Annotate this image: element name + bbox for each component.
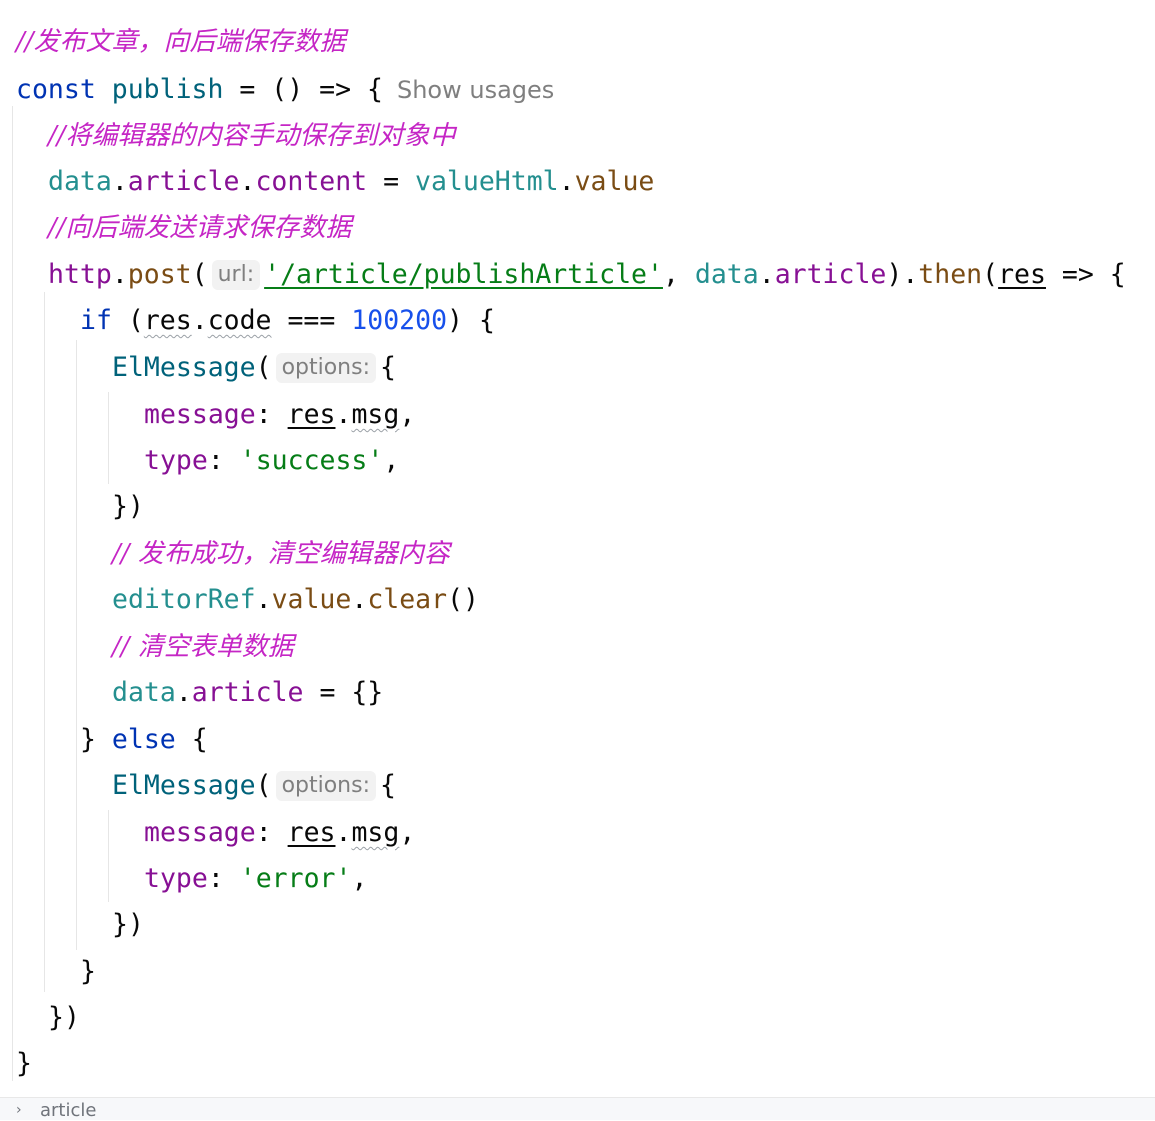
property: code	[207, 305, 272, 336]
string-literal[interactable]: '/article/publishArticle'	[264, 259, 663, 290]
property: article	[127, 166, 240, 197]
property: article	[191, 677, 304, 708]
indent-guide	[76, 340, 77, 950]
parameter-hint: options:	[275, 771, 377, 801]
function-call: ElMessage	[112, 770, 256, 801]
comment: //发布文章，向后端保存数据	[16, 27, 346, 57]
code-editor[interactable]: //发布文章，向后端保存数据 const publish = () => { Sh…	[0, 0, 1155, 1097]
property: content	[255, 166, 368, 197]
code-line-8[interactable]: ElMessage(options:{	[112, 350, 396, 386]
comment: // 发布成功，清空编辑器内容	[112, 539, 450, 569]
parameter: res	[998, 259, 1046, 290]
number-literal: 100200	[351, 305, 448, 336]
breadcrumb-item[interactable]: article	[40, 1100, 96, 1121]
identifier: data	[48, 166, 112, 197]
code-line-10[interactable]: type: 'success',	[144, 443, 399, 479]
property: msg	[351, 817, 400, 848]
comment: //向后端发送请求保存数据	[48, 213, 352, 243]
keyword: else	[111, 724, 176, 755]
breadcrumb-bar: › article	[0, 1097, 1155, 1121]
code-text: }	[16, 1048, 32, 1079]
code-line-12[interactable]: // 发布成功，清空编辑器内容	[112, 536, 450, 572]
code-text: => {	[1045, 259, 1126, 290]
string-literal: 'success'	[239, 445, 384, 476]
property: message	[144, 399, 256, 430]
property: value	[574, 166, 655, 197]
identifier: editorRef	[112, 584, 256, 615]
code-line-9[interactable]: message: res.msg,	[144, 397, 415, 433]
code-line-20[interactable]: })	[112, 907, 144, 943]
code-text: })	[48, 1002, 80, 1033]
property: type	[144, 863, 208, 894]
indent-guide	[12, 106, 13, 1081]
comment: //将编辑器的内容手动保存到对象中	[48, 121, 456, 151]
code-text: ) {	[447, 305, 495, 336]
operator: =	[367, 166, 416, 197]
identifier: data	[112, 677, 176, 708]
property: msg	[351, 399, 400, 430]
code-line-5[interactable]: //向后端发送请求保存数据	[48, 210, 352, 246]
code-line-16[interactable]: } else {	[80, 722, 208, 758]
indent-guide	[44, 292, 45, 992]
code-line-4[interactable]: data.article.content = valueHtml.value	[48, 164, 654, 200]
function-call: ElMessage	[112, 352, 256, 383]
keyword: if	[80, 305, 112, 336]
code-line-13[interactable]: editorRef.value.clear()	[112, 582, 479, 618]
property: message	[144, 817, 256, 848]
indent-guide	[108, 392, 109, 484]
indent-guide	[108, 810, 109, 902]
identifier: data	[694, 259, 759, 290]
code-line-21[interactable]: }	[80, 954, 96, 990]
keyword: const	[16, 74, 96, 105]
property: article	[774, 259, 887, 290]
show-usages-link[interactable]: Show usages	[397, 76, 554, 104]
method: then	[918, 259, 983, 290]
parameter-hint: url:	[211, 260, 261, 290]
code-line-23[interactable]: }	[16, 1046, 32, 1082]
comment: // 清空表单数据	[112, 632, 294, 662]
parameter: res	[287, 817, 336, 848]
code-line-22[interactable]: })	[48, 1000, 80, 1036]
property: value	[271, 584, 352, 615]
operator: ===	[271, 305, 352, 336]
code-line-18[interactable]: message: res.msg,	[144, 815, 415, 851]
code-text: })	[112, 909, 144, 940]
function-name: publish	[111, 74, 224, 105]
code-line-11[interactable]: })	[112, 489, 144, 525]
code-line-7[interactable]: if (res.code === 100200) {	[80, 303, 495, 339]
code-line-19[interactable]: type: 'error',	[144, 861, 367, 897]
identifier: valueHtml	[415, 166, 559, 197]
code-line-2[interactable]: const publish = () => { Show usages	[16, 72, 554, 108]
method: clear	[367, 584, 448, 615]
property: type	[144, 445, 208, 476]
identifier: http	[48, 259, 112, 290]
parameter: res	[143, 305, 192, 336]
string-literal: 'error'	[239, 863, 352, 894]
code-line-14[interactable]: // 清空表单数据	[112, 629, 294, 665]
method: post	[127, 259, 192, 290]
code-text: ()	[447, 584, 480, 615]
code-line-15[interactable]: data.article = {}	[112, 675, 383, 711]
code-text: }	[80, 956, 96, 987]
code-text: = {}	[303, 677, 384, 708]
code-text: = () => {	[223, 74, 383, 105]
parameter: res	[287, 399, 336, 430]
chevron-right-icon: ›	[16, 1102, 22, 1118]
parameter-hint: options:	[275, 353, 377, 383]
code-line-6[interactable]: http.post(url: '/article/publishArticle',…	[48, 257, 1126, 293]
code-line-3[interactable]: //将编辑器的内容手动保存到对象中	[48, 118, 456, 154]
code-line-1[interactable]: //发布文章，向后端保存数据	[16, 24, 346, 60]
code-text: })	[112, 491, 144, 522]
code-line-17[interactable]: ElMessage(options:{	[112, 768, 396, 804]
